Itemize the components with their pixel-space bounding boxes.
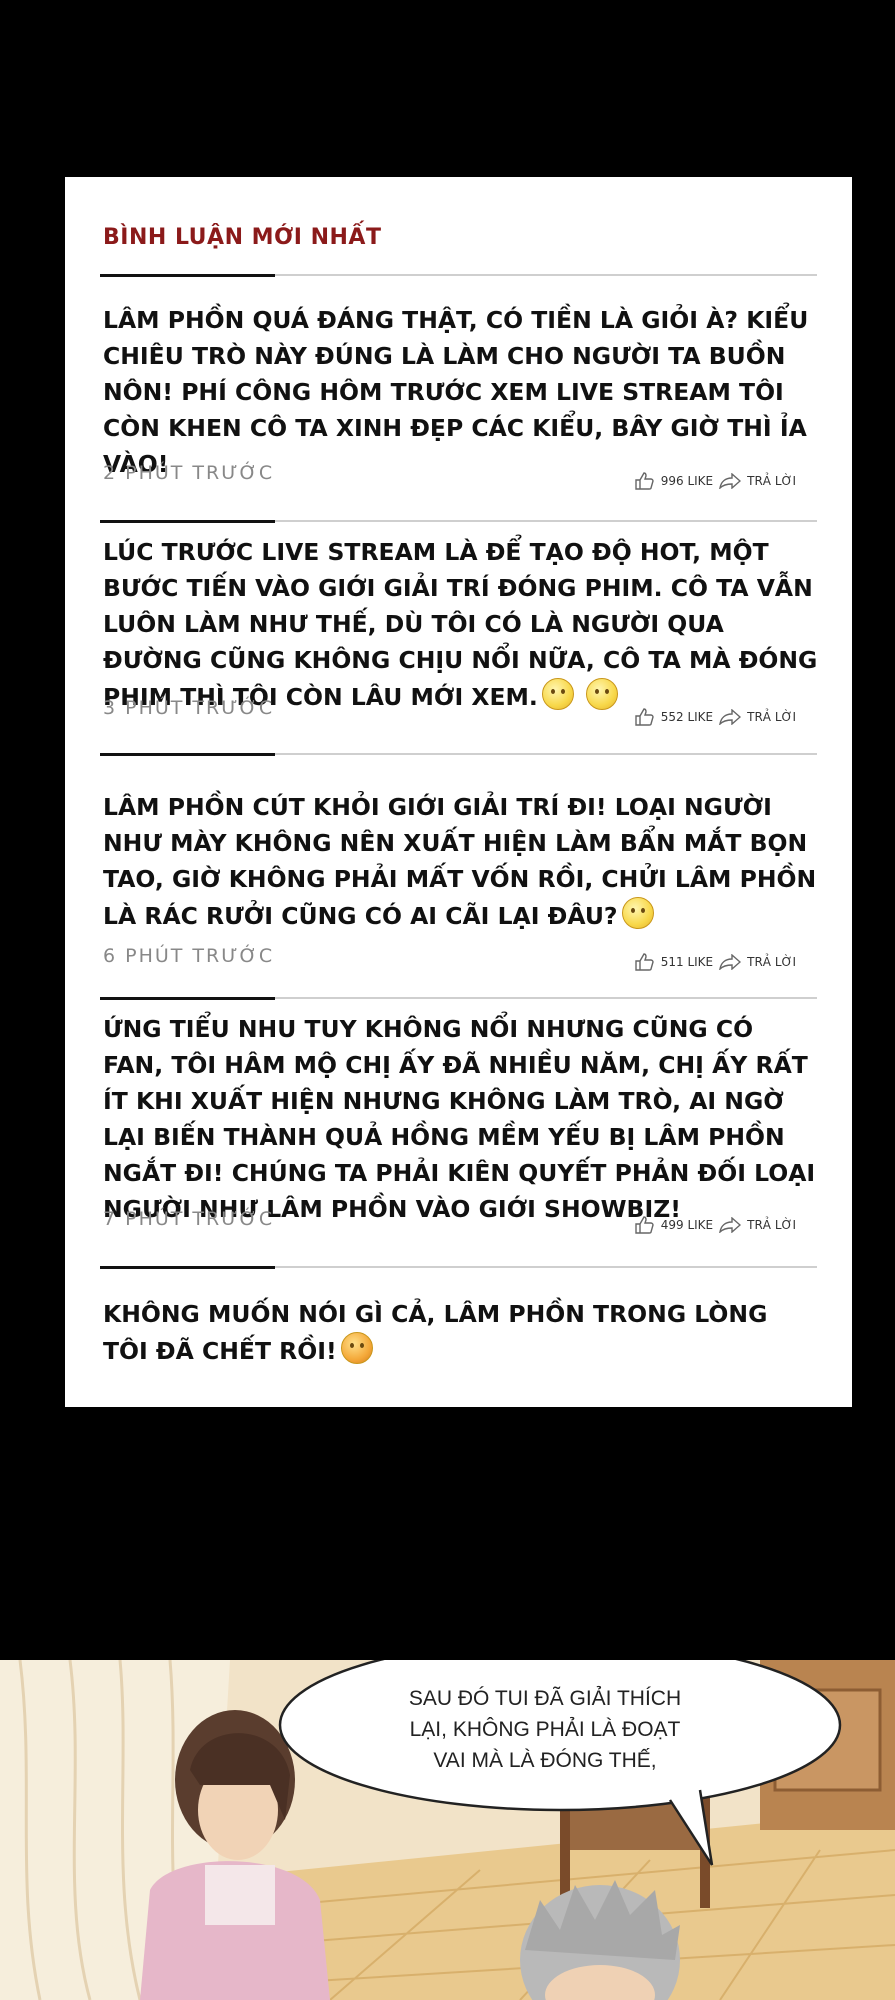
reply-link[interactable]: TRẢ LỜI xyxy=(747,710,796,724)
thumbs-up-icon[interactable] xyxy=(635,1216,655,1234)
like-count: 552 LIKE xyxy=(660,710,714,724)
reply-icon[interactable] xyxy=(719,1216,742,1235)
reply-link[interactable]: TRẢ LỜI xyxy=(747,1218,796,1232)
comment-body: KHÔNG MUỐN NÓI GÌ CẢ, LÂM PHỒN TRONG LÒN… xyxy=(103,1300,768,1365)
comment-meta: 511 LIKE TRẢ LỜI xyxy=(635,953,796,972)
angry-emoji-icon xyxy=(340,1332,373,1364)
comment-time: 6 PHÚT TRƯỚC xyxy=(103,945,275,967)
comment-body: LÂM PHỒN CÚT KHỎI GIỚI GIẢI TRÍ ĐI! LOẠI… xyxy=(103,793,817,930)
comments-panel: BÌNH LUẬN MỚI NHẤT LÂM PHỒN QUÁ ĐÁNG THẬ… xyxy=(65,177,852,1407)
comment-meta: 499 LIKE TRẢ LỜI xyxy=(635,1216,796,1235)
comment-meta: 552 LIKE TRẢ LỜI xyxy=(635,708,796,727)
reply-icon[interactable] xyxy=(719,472,742,491)
smile-emoji-icon xyxy=(621,897,654,929)
divider xyxy=(100,1266,817,1270)
comment-time: 2 PHÚT TRƯỚC xyxy=(103,462,275,484)
thumbs-up-icon[interactable] xyxy=(635,708,655,726)
divider xyxy=(100,997,817,1001)
comment-time: 3 PHÚT TRƯỚC xyxy=(103,697,275,719)
comment-time: 7 PHÚT TRƯỚC xyxy=(103,1208,275,1230)
panel-title: BÌNH LUẬN MỚI NHẤT xyxy=(103,225,382,250)
reply-icon[interactable] xyxy=(719,708,742,727)
comment-text: LÚC TRƯỚC LIVE STREAM LÀ ĐỂ TẠO ĐỘ HOT, … xyxy=(103,534,818,715)
like-count: 996 LIKE xyxy=(660,474,714,488)
speech-bubble-text: SAU ĐÓ TUI ĐÃ GIẢI THÍCH LẠI, KHÔNG PHẢI… xyxy=(408,1687,682,1772)
dizzy-emoji-icon xyxy=(586,678,619,710)
like-count: 511 LIKE xyxy=(660,955,714,969)
comment-text: KHÔNG MUỐN NÓI GÌ CẢ, LÂM PHỒN TRONG LÒN… xyxy=(103,1296,793,1369)
like-count: 499 LIKE xyxy=(660,1218,714,1232)
divider xyxy=(100,753,817,757)
comment-text: ỨNG TIỂU NHU TUY KHÔNG NỔI NHƯNG CŨNG CÓ… xyxy=(103,1015,816,1223)
dizzy-emoji-icon xyxy=(541,678,574,710)
comment-text: LÂM PHỒN QUÁ ĐÁNG THẬT, CÓ TIỀN LÀ GIỎI … xyxy=(103,306,809,478)
comment-text: LÂM PHỒN CÚT KHỎI GIỚI GIẢI TRÍ ĐI! LOẠI… xyxy=(103,789,818,934)
divider xyxy=(100,274,817,278)
reply-link[interactable]: TRẢ LỜI xyxy=(747,474,796,488)
divider xyxy=(100,520,817,524)
comment-meta: 996 LIKE TRẢ LỜI xyxy=(635,472,796,491)
reply-link[interactable]: TRẢ LỜI xyxy=(747,955,796,969)
thumbs-up-icon[interactable] xyxy=(635,953,655,971)
comment-body: LÚC TRƯỚC LIVE STREAM LÀ ĐỂ TẠO ĐỘ HOT, … xyxy=(103,538,818,711)
reply-icon[interactable] xyxy=(719,953,742,972)
thumbs-up-icon[interactable] xyxy=(635,472,655,490)
